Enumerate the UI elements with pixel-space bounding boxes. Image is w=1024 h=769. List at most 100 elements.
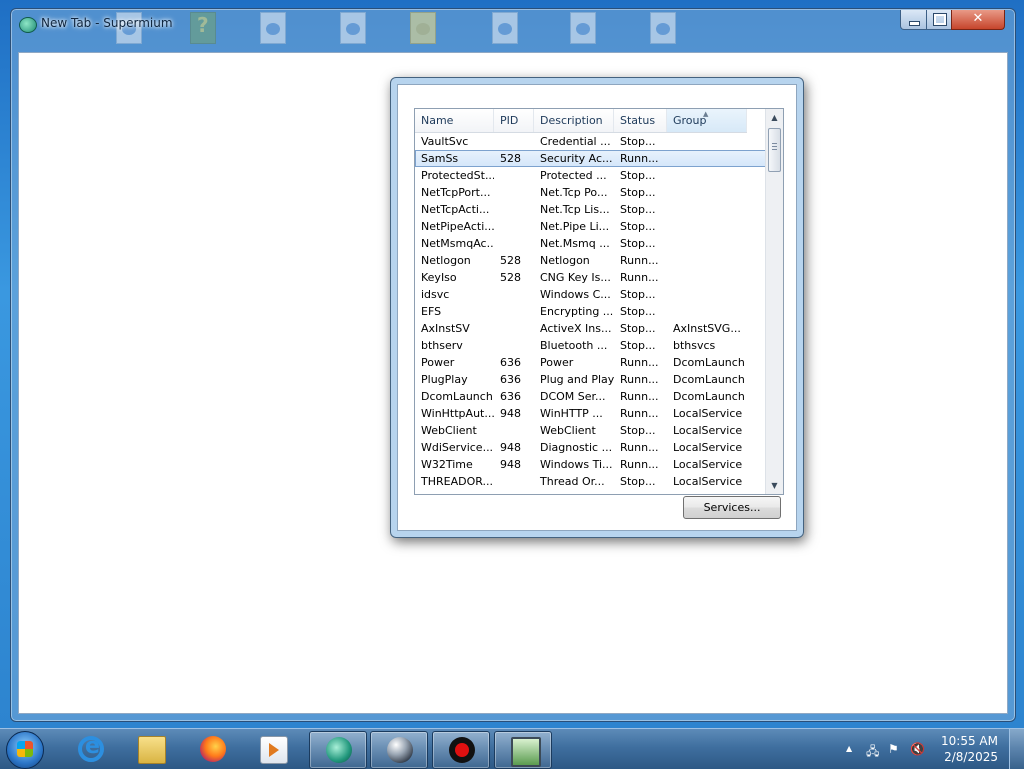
table-row[interactable]: AxInstSV ActiveX Ins... Stop... AxInstSVG..… (415, 320, 767, 337)
table-row[interactable]: SamSs 528 Security Ac... Runn... (415, 150, 767, 167)
service-status: Stop... (620, 203, 656, 216)
table-row[interactable]: NetTcpActi... Net.Tcp Lis... Stop... (415, 201, 767, 218)
service-name: W32Time (421, 458, 473, 471)
services-button[interactable]: Services... (683, 496, 781, 519)
table-row[interactable]: ProtectedSt... Protected ... Stop... (415, 167, 767, 184)
taskbar-sphere-app[interactable] (370, 731, 428, 769)
service-description: Net.Msmq ... (540, 237, 610, 250)
close-button[interactable]: ✕ (951, 10, 1005, 30)
table-row[interactable]: WdiService... 948 Diagnostic ... Runn... Loc… (415, 439, 767, 456)
service-status: Stop... (620, 305, 656, 318)
table-row[interactable]: W32Time 948 Windows Ti... Runn... LocalServi… (415, 456, 767, 473)
service-name: EFS (421, 305, 442, 318)
taskbar-file-explorer[interactable] (122, 731, 178, 767)
table-row[interactable]: THREADOR... Thread Or... Stop... LocalServi… (415, 473, 767, 490)
service-pid: 636 (500, 356, 521, 369)
clock-date[interactable]: 2/8/2025 (944, 750, 998, 764)
table-row[interactable]: NetPipeActi... Net.Pipe Li... Stop... (415, 218, 767, 235)
service-name: WebClient (421, 424, 477, 437)
clock-time[interactable]: 10:55 AM (941, 734, 998, 748)
volume-muted-icon[interactable]: 🔇 (910, 742, 925, 756)
list-header: Name PID Description Status Group ▲ (415, 109, 747, 133)
service-description: Windows C... (540, 288, 611, 301)
service-status: Runn... (620, 441, 659, 454)
service-description: Bluetooth ... (540, 339, 608, 352)
firefox-icon (200, 736, 226, 762)
column-header-description[interactable]: Description (534, 109, 614, 132)
taskbar-firefox[interactable] (184, 731, 240, 767)
table-row[interactable]: NetTcpPort... Net.Tcp Po... Stop... (415, 184, 767, 201)
close-icon: ✕ (972, 11, 984, 26)
service-status: Runn... (620, 356, 659, 369)
service-pid: 528 (500, 271, 521, 284)
table-row[interactable]: VaultSvc Credential ... Stop... (415, 133, 767, 150)
service-name: VaultSvc (421, 135, 469, 148)
table-row[interactable]: WinHttpAut... 948 WinHTTP ... Runn... LocalS… (415, 405, 767, 422)
show-hidden-icons-icon[interactable]: ▲ (846, 744, 852, 753)
taskbar-media-player[interactable] (244, 731, 300, 767)
service-pid: 528 (500, 254, 521, 267)
service-description: Net.Tcp Lis... (540, 203, 610, 216)
service-description: Diagnostic ... (540, 441, 613, 454)
taskbar-supermium[interactable] (309, 731, 367, 769)
action-center-flag-icon[interactable]: ⚑ (888, 742, 899, 756)
table-row[interactable]: WebClient WebClient Stop... LocalService (415, 422, 767, 439)
show-desktop-button[interactable] (1009, 729, 1024, 769)
table-row[interactable]: KeyIso 528 CNG Key Is... Runn... (415, 269, 767, 286)
minimize-button[interactable] (900, 10, 927, 30)
table-row[interactable]: NetMsmqAc... Net.Msmq ... Stop... (415, 235, 767, 252)
service-group: LocalService (673, 441, 743, 454)
service-status: Stop... (620, 475, 656, 488)
scroll-up-icon[interactable]: ▲ (766, 109, 783, 126)
table-row[interactable]: Power 636 Power Runn... DcomLaunch (415, 354, 767, 371)
service-group: LocalService (673, 424, 743, 437)
column-header-group[interactable]: Group ▲ (667, 109, 747, 132)
service-description: ActiveX Ins... (540, 322, 612, 335)
file-explorer-icon (138, 736, 166, 764)
service-description: DCOM Ser... (540, 390, 606, 403)
maximize-button[interactable] (926, 10, 952, 30)
service-name: NetTcpPort... (421, 186, 491, 199)
table-row[interactable]: DcomLaunch 636 DCOM Ser... Runn... DcomLaunc… (415, 388, 767, 405)
service-group: LocalService (673, 407, 743, 420)
taskbar-task-manager[interactable] (494, 731, 552, 769)
column-header-name[interactable]: Name (415, 109, 494, 132)
service-status: Runn... (620, 254, 659, 267)
scroll-down-icon[interactable]: ▼ (766, 477, 783, 494)
service-pid: 948 (500, 441, 521, 454)
service-group: DcomLaunch (673, 373, 745, 386)
service-description: Power (540, 356, 574, 369)
supermium-icon (19, 17, 37, 33)
table-row[interactable]: bthserv Bluetooth ... Stop... bthsvcs (415, 337, 767, 354)
scroll-thumb[interactable] (768, 128, 781, 172)
service-description: Net.Tcp Po... (540, 186, 608, 199)
title-bar[interactable]: New Tab - Supermium ✕ (11, 9, 1015, 45)
taskbar-recorder[interactable] (432, 731, 490, 769)
taskbar-internet-explorer[interactable] (62, 731, 118, 767)
start-button[interactable] (6, 731, 44, 769)
monitor-icon (511, 737, 541, 767)
service-description: Protected ... (540, 169, 607, 182)
table-row[interactable]: Netlogon 528 Netlogon Runn... (415, 252, 767, 269)
service-name: NetMsmqAc... (421, 237, 494, 250)
service-status: Stop... (620, 237, 656, 250)
vertical-scrollbar[interactable]: ▲ ▼ (765, 109, 783, 494)
dialog-body: Name PID Description Status Group ▲ Vaul… (397, 84, 797, 531)
window-title: New Tab - Supermium (41, 16, 173, 30)
service-description: Netlogon (540, 254, 590, 267)
services-dialog: Name PID Description Status Group ▲ Vaul… (390, 77, 804, 538)
service-group: DcomLaunch (673, 356, 745, 369)
column-header-pid[interactable]: PID (494, 109, 534, 132)
table-row[interactable]: PlugPlay 636 Plug and Play Runn... DcomLaunc… (415, 371, 767, 388)
services-list[interactable]: Name PID Description Status Group ▲ Vaul… (414, 108, 784, 495)
service-description: Net.Pipe Li... (540, 220, 610, 233)
network-icon[interactable]: 🖧 (866, 742, 879, 763)
table-row[interactable]: idsvc Windows C... Stop... (415, 286, 767, 303)
service-pid: 948 (500, 458, 521, 471)
service-status: Stop... (620, 169, 656, 182)
record-icon (449, 737, 475, 763)
service-description: Security Ac... (540, 152, 613, 165)
column-header-status[interactable]: Status (614, 109, 667, 132)
table-row[interactable]: EFS Encrypting ... Stop... (415, 303, 767, 320)
service-description: Thread Or... (540, 475, 605, 488)
